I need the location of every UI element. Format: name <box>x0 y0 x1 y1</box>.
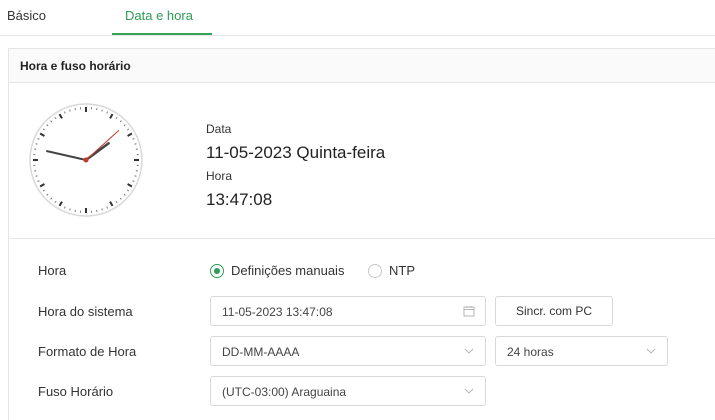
radio-ntp-indicator[interactable] <box>368 263 382 278</box>
date-format-value: DD-MM-AAAA <box>222 345 300 359</box>
tab-date-time[interactable]: Data e hora <box>125 8 193 23</box>
time-value: 13:47:08 <box>206 190 273 209</box>
time-mode-label: Hora <box>38 263 67 278</box>
clock-tick <box>69 109 71 112</box>
panel-title: Hora e fuso horário <box>20 59 131 73</box>
radio-manual-indicator[interactable] <box>210 263 224 278</box>
chevron-down-icon <box>646 348 656 354</box>
radio-ntp[interactable]: NTP <box>368 263 415 278</box>
clock-tick <box>101 109 103 112</box>
hour-format-value: 24 horas <box>507 345 554 359</box>
system-time-value: 11-05-2023 13:47:08 <box>222 305 333 319</box>
system-time-label: Hora do sistema <box>38 304 133 319</box>
clock-tick <box>101 208 103 211</box>
system-time-input[interactable]: 11-05-2023 13:47:08 <box>210 296 486 326</box>
active-tab-indicator <box>112 33 212 35</box>
date-label: Data <box>206 122 232 136</box>
time-label: Hora <box>206 169 233 183</box>
sync-with-pc-button[interactable]: Sincr. com PC <box>495 296 613 326</box>
date-value: 11-05-2023 Quinta-feira <box>206 143 386 162</box>
clock-tick <box>134 143 137 145</box>
analog-clock <box>29 103 143 217</box>
clock-tick <box>69 208 71 211</box>
clock-tick <box>134 175 137 177</box>
timezone-label: Fuso Horário <box>38 384 114 399</box>
timezone-value: (UTC-03:00) Araguaina <box>222 385 347 399</box>
clock-tick <box>35 175 38 177</box>
tab-basic[interactable]: Básico <box>7 8 46 23</box>
panel-header: Hora e fuso horário <box>9 49 715 83</box>
time-zone-panel: Hora e fuso horário Data 11-05-2023 Quin… <box>8 48 715 420</box>
tab-bar: Básico Data e hora <box>0 0 715 36</box>
calendar-icon[interactable] <box>463 305 475 317</box>
radio-manual-label: Definições manuais <box>231 263 345 278</box>
radio-ntp-label: NTP <box>389 263 415 278</box>
clock-tick <box>35 143 38 145</box>
hour-format-select[interactable]: 24 horas <box>495 336 668 366</box>
radio-manual-settings[interactable]: Definições manuais <box>210 263 344 278</box>
chevron-down-icon <box>464 388 474 394</box>
section-divider <box>9 238 715 239</box>
chevron-down-icon <box>464 348 474 354</box>
clock-center-pin <box>83 157 89 163</box>
time-format-label: Formato de Hora <box>38 344 137 359</box>
date-format-select[interactable]: DD-MM-AAAA <box>210 336 486 366</box>
timezone-select[interactable]: (UTC-03:00) Araguaina <box>210 376 486 406</box>
